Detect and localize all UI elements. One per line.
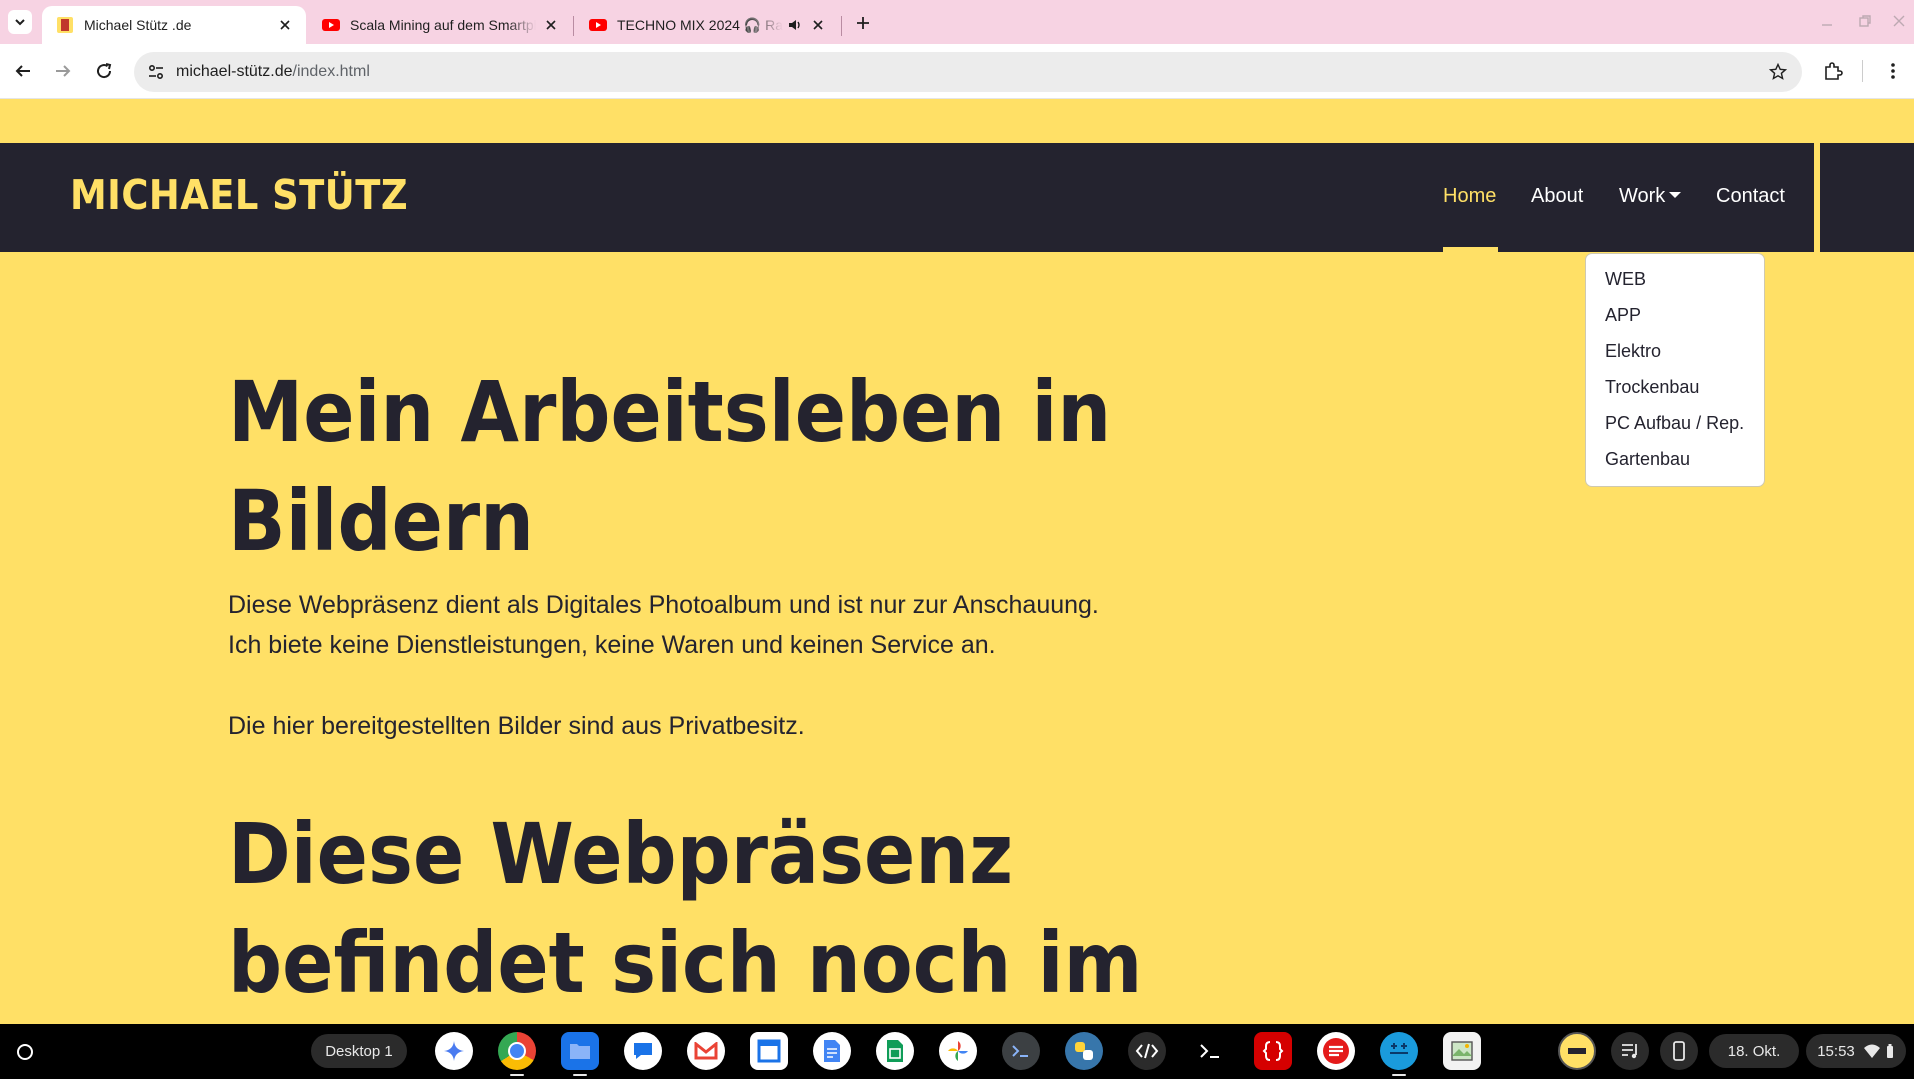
sheets-app-icon[interactable]: [876, 1032, 914, 1070]
reload-button[interactable]: [91, 58, 117, 84]
dropdown-item-trockenbau[interactable]: Trockenbau: [1605, 377, 1699, 398]
url-path: /index.html: [292, 63, 370, 80]
minimize-icon[interactable]: [1818, 12, 1836, 30]
arrow-left-icon: [15, 65, 30, 77]
plus-icon: [857, 17, 869, 29]
system-shelf: Desktop 1 18. Okt. 15:53: [0, 1024, 1914, 1079]
heading-line: Mein Arbeitsleben in: [228, 363, 1112, 461]
youtube-icon: [322, 19, 340, 31]
heading-line: Bildern: [228, 472, 534, 570]
crosh-app-icon[interactable]: [1191, 1032, 1229, 1070]
kebab-menu-icon: [1891, 63, 1895, 79]
back-button[interactable]: [10, 58, 36, 84]
python-app-icon[interactable]: [1065, 1032, 1103, 1070]
messages-app-icon[interactable]: [624, 1032, 662, 1070]
close-tab-icon[interactable]: [276, 16, 294, 34]
nav-contact[interactable]: Contact: [1716, 185, 1785, 208]
photos-app-icon[interactable]: [939, 1032, 977, 1070]
heading-line: befindet sich noch im: [228, 914, 1143, 1012]
section-heading: Diese Webpräsenz befindet sich noch im: [228, 800, 1142, 1018]
tab-scala-mining[interactable]: Scala Mining auf dem Smartphone: [308, 6, 572, 44]
dropdown-item-elektro[interactable]: Elektro: [1605, 341, 1661, 362]
tab-michael-stuetz[interactable]: Michael Stütz .de: [42, 6, 306, 44]
address-bar[interactable]: michael-stütz.de/index.html: [134, 52, 1802, 92]
navbar-divider: [1814, 143, 1820, 252]
site-settings-icon[interactable]: [144, 60, 168, 84]
nav-work[interactable]: Work: [1619, 185, 1682, 208]
running-indicator: [510, 1074, 524, 1076]
date-tray[interactable]: 18. Okt.: [1709, 1034, 1799, 1068]
url-host: michael-stütz.de: [176, 63, 293, 80]
heading-line: Diese Webpräsenz: [228, 805, 1014, 903]
page-heading: Mein Arbeitsleben in Bildern: [228, 358, 1111, 576]
tab-techno-mix[interactable]: TECHNO MIX 2024 🎧 Rave: [575, 6, 839, 44]
chevron-down-icon: [15, 19, 25, 26]
desk-button[interactable]: Desktop 1: [311, 1034, 407, 1068]
gmail-app-icon[interactable]: [687, 1032, 725, 1070]
close-tab-icon[interactable]: [542, 16, 560, 34]
intro-text: Diese Webpräsenz dient als Digitales Pho…: [228, 585, 1099, 665]
url-text: michael-stütz.de/index.html: [176, 63, 370, 81]
bookmark-star-icon[interactable]: [1766, 60, 1790, 84]
youtube-icon: [589, 19, 607, 31]
image-viewer-app-icon[interactable]: [1443, 1032, 1481, 1070]
browser-toolbar: michael-stütz.de/index.html: [0, 44, 1914, 99]
work-dropdown-menu: WEB APP Elektro Trockenbau PC Aufbau / R…: [1585, 253, 1765, 487]
docs-app-icon[interactable]: [813, 1032, 851, 1070]
nav-about[interactable]: About: [1531, 185, 1583, 208]
launcher-button[interactable]: [10, 1037, 40, 1067]
nav-work-label: Work: [1619, 185, 1666, 207]
phone-hub-icon[interactable]: [1660, 1032, 1698, 1070]
running-indicator: [1392, 1074, 1406, 1076]
launcher-circle-icon: [17, 1044, 33, 1060]
dropdown-item-app[interactable]: APP: [1605, 305, 1641, 326]
reload-icon: [97, 63, 112, 79]
wifi-icon: [1863, 1044, 1880, 1058]
caret-down-icon: [1669, 192, 1682, 198]
site-brand[interactable]: MICHAEL STÜTZ: [70, 171, 408, 219]
dropdown-item-gartenbau[interactable]: Gartenbau: [1605, 449, 1690, 470]
notification-avatar-icon[interactable]: [1558, 1032, 1596, 1070]
menu-button[interactable]: [1880, 58, 1906, 84]
close-window-icon[interactable]: [1890, 12, 1908, 30]
forward-button[interactable]: [50, 58, 76, 84]
media-controls-icon[interactable]: [1611, 1032, 1649, 1070]
notes-app-icon[interactable]: [1317, 1032, 1355, 1070]
running-indicator: [573, 1074, 587, 1076]
clock-time: 15:53: [1817, 1042, 1855, 1060]
site-favicon-icon: [57, 17, 73, 33]
nav-home[interactable]: Home: [1443, 185, 1496, 208]
tab-title: TECHNO MIX 2024 🎧 Rave: [617, 16, 783, 33]
tab-title: Scala Mining auf dem Smartphone: [350, 17, 536, 33]
dropdown-item-pc-aufbau[interactable]: PC Aufbau / Rep.: [1605, 413, 1744, 434]
terminal-app-icon[interactable]: [1002, 1032, 1040, 1070]
calendar-app-icon[interactable]: [750, 1032, 788, 1070]
puzzle-icon: [1825, 62, 1843, 80]
audio-playing-icon[interactable]: [787, 17, 803, 33]
ftp-app-icon[interactable]: [1380, 1032, 1418, 1070]
close-tab-icon[interactable]: [809, 16, 827, 34]
tab-divider: [841, 16, 842, 36]
tab-title: Michael Stütz .de: [84, 17, 192, 33]
gemini-app-icon[interactable]: [435, 1032, 473, 1070]
toolbar-divider: [1862, 60, 1863, 82]
files-app-icon[interactable]: [561, 1032, 599, 1070]
nav-active-indicator: [1443, 247, 1498, 252]
extensions-button[interactable]: [1820, 58, 1846, 84]
intro-line: Ich biete keine Dienstleistungen, keine …: [228, 631, 996, 659]
battery-icon: [1886, 1044, 1893, 1058]
chrome-app-icon[interactable]: [498, 1032, 536, 1070]
arrow-right-icon: [56, 65, 71, 77]
tab-divider: [573, 16, 574, 36]
status-tray[interactable]: 15:53: [1806, 1034, 1906, 1068]
dropdown-item-web[interactable]: WEB: [1605, 269, 1646, 290]
code-editor-app-icon[interactable]: [1128, 1032, 1166, 1070]
json-editor-app-icon[interactable]: [1254, 1032, 1292, 1070]
tab-search-button[interactable]: [8, 10, 32, 34]
privacy-note: Die hier bereitgestellten Bilder sind au…: [228, 712, 805, 740]
restore-icon[interactable]: [1856, 12, 1874, 30]
new-tab-button[interactable]: [852, 12, 874, 34]
tab-strip: Michael Stütz .de Scala Mining auf dem S…: [0, 0, 1914, 44]
intro-line: Diese Webpräsenz dient als Digitales Pho…: [228, 591, 1099, 619]
